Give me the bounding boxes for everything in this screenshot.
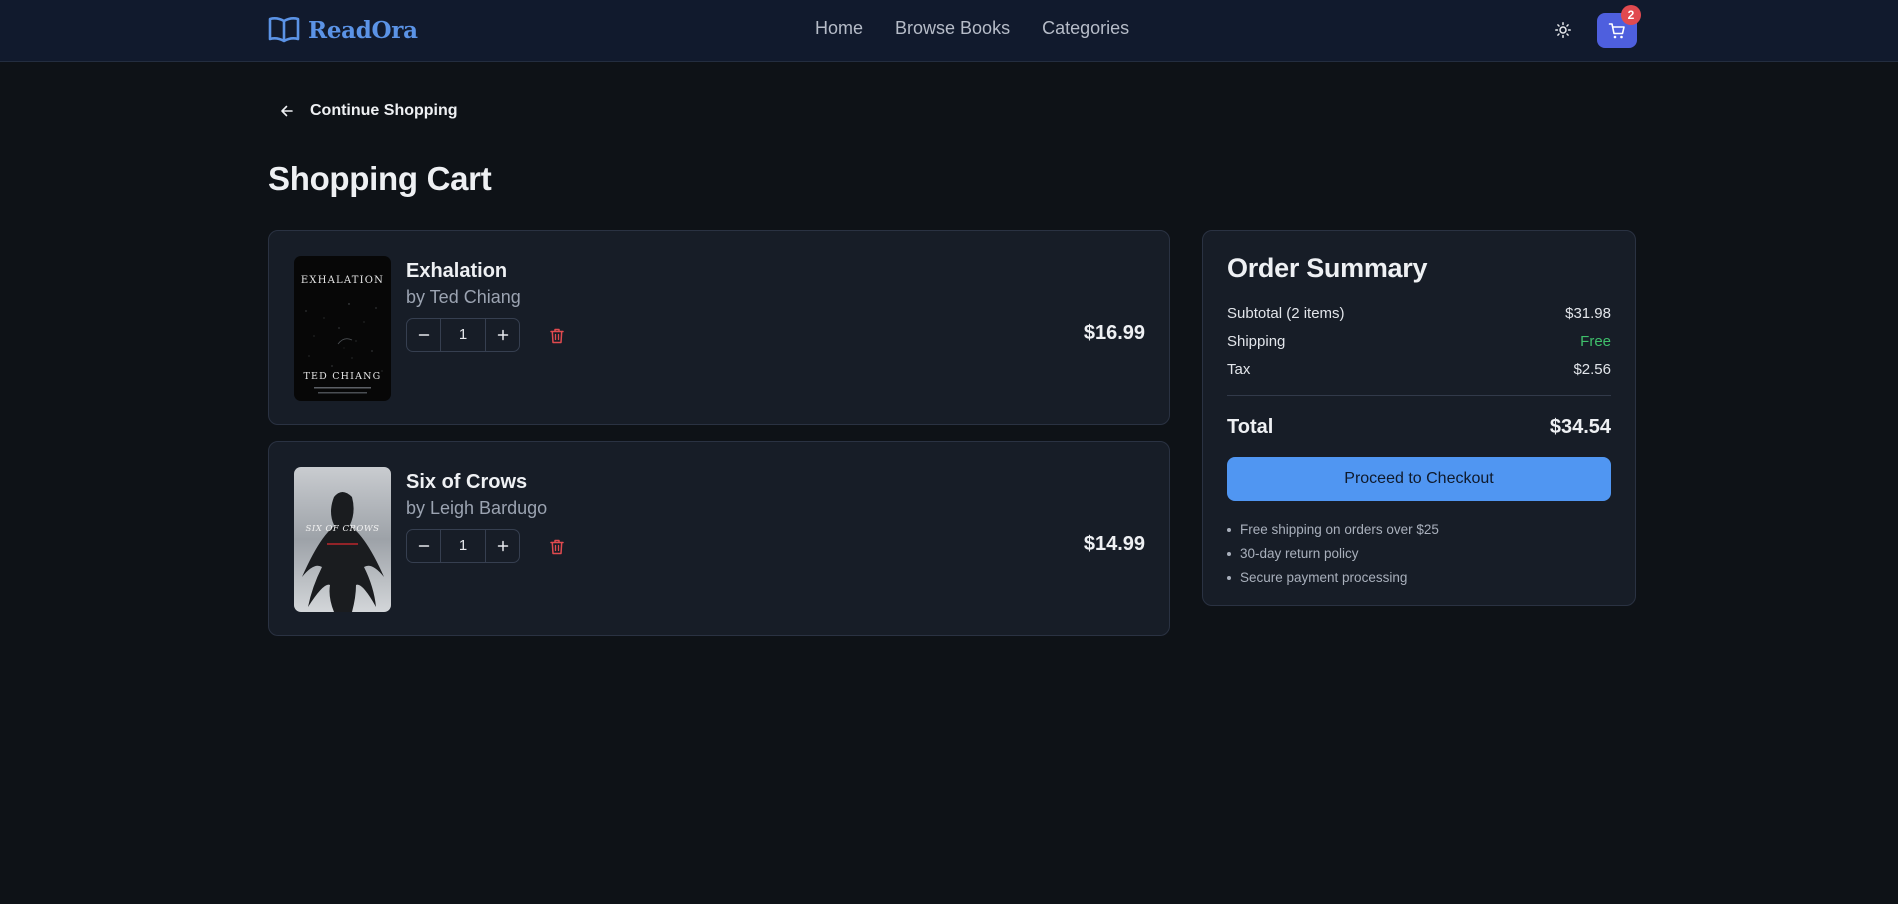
note-text: Free shipping on orders over $25 xyxy=(1240,522,1439,537)
book-cover-exhalation[interactable]: EXHALATION TED CHIANG xyxy=(294,256,391,401)
continue-shopping-link[interactable]: Continue Shopping xyxy=(280,102,458,120)
quantity-value[interactable]: 1 xyxy=(440,530,486,562)
tax-label: Tax xyxy=(1227,361,1251,378)
quantity-stepper: 1 xyxy=(406,318,520,352)
cart-item: SIX OF CROWS Six of Crows by Leigh Bardu… xyxy=(268,441,1170,636)
plus-icon xyxy=(497,540,508,552)
proceed-to-checkout-button[interactable]: Proceed to Checkout xyxy=(1227,457,1611,501)
note-text: 30-day return policy xyxy=(1240,546,1359,561)
note-text: Secure payment processing xyxy=(1240,570,1408,585)
trash-icon xyxy=(550,328,564,344)
item-title[interactable]: Exhalation xyxy=(406,260,507,283)
decrease-quantity-button[interactable] xyxy=(407,319,440,351)
nav-link-categories[interactable]: Categories xyxy=(1042,18,1129,39)
minus-icon xyxy=(418,545,429,547)
brand-name: ReadOra xyxy=(308,16,418,44)
list-item: Secure payment processing xyxy=(1227,566,1439,590)
subtotal-label: Subtotal (2 items) xyxy=(1227,305,1345,322)
increase-quantity-button[interactable] xyxy=(486,530,519,562)
continue-shopping-label: Continue Shopping xyxy=(310,102,458,119)
cart-icon xyxy=(1608,22,1625,38)
cart-count-badge: 2 xyxy=(1621,5,1641,25)
quantity-stepper: 1 xyxy=(406,529,520,563)
subtotal-row: Subtotal (2 items) $31.98 xyxy=(1227,305,1611,322)
item-price: $14.99 xyxy=(1083,533,1145,555)
shipping-row: Shipping Free xyxy=(1227,333,1611,350)
order-summary-title: Order Summary xyxy=(1227,253,1428,283)
book-open-icon xyxy=(268,17,300,43)
order-summary-panel: Order Summary Subtotal (2 items) $31.98 … xyxy=(1202,230,1636,606)
tax-row: Tax $2.56 xyxy=(1227,361,1611,378)
remove-item-button[interactable] xyxy=(548,327,566,345)
list-item: Free shipping on orders over $25 xyxy=(1227,518,1439,542)
item-title[interactable]: Six of Crows xyxy=(406,471,527,494)
tax-value: $2.56 xyxy=(1573,361,1611,378)
nav-links: Home Browse Books Categories xyxy=(815,18,1129,39)
bullet-icon xyxy=(1227,528,1231,532)
navbar: ReadOra Home Browse Books Categories 2 xyxy=(0,0,1898,62)
cover-author-text: TED CHIANG xyxy=(304,371,382,382)
item-price: $16.99 xyxy=(1083,322,1145,344)
arrow-left-icon xyxy=(281,105,293,117)
subtotal-value: $31.98 xyxy=(1565,305,1611,322)
quantity-value[interactable]: 1 xyxy=(440,319,486,351)
bullet-icon xyxy=(1227,576,1231,580)
shipping-value: Free xyxy=(1580,333,1611,350)
total-label: Total xyxy=(1227,416,1274,438)
item-author: by Leigh Bardugo xyxy=(406,498,548,518)
bullet-icon xyxy=(1227,552,1231,556)
cover-title-text: SIX OF CROWS xyxy=(306,524,380,534)
nav-link-home[interactable]: Home xyxy=(815,18,863,39)
book-cover-six-of-crows[interactable]: SIX OF CROWS xyxy=(294,467,391,612)
remove-item-button[interactable] xyxy=(548,538,566,556)
minus-icon xyxy=(418,334,429,336)
brand-logo[interactable]: ReadOra xyxy=(268,14,418,46)
checkout-notes: Free shipping on orders over $25 30-day … xyxy=(1227,518,1439,590)
trash-icon xyxy=(550,539,564,555)
cart-items-list: EXHALATION TED CHIANG Exhalation by Ted … xyxy=(268,230,1170,652)
item-author: by Ted Chiang xyxy=(406,287,521,307)
shipping-label: Shipping xyxy=(1227,333,1286,350)
increase-quantity-button[interactable] xyxy=(486,319,519,351)
theme-toggle-button[interactable] xyxy=(1552,19,1574,41)
nav-link-browse-books[interactable]: Browse Books xyxy=(895,18,1010,39)
page-title: Shopping Cart xyxy=(268,160,492,197)
decrease-quantity-button[interactable] xyxy=(407,530,440,562)
total-value: $34.54 xyxy=(1549,416,1611,438)
cover-title-text: EXHALATION xyxy=(301,275,384,286)
summary-divider xyxy=(1227,395,1611,396)
sun-icon xyxy=(1555,22,1571,38)
list-item: 30-day return policy xyxy=(1227,542,1439,566)
total-row: Total $34.54 xyxy=(1227,416,1611,439)
plus-icon xyxy=(497,329,508,341)
cart-item: EXHALATION TED CHIANG Exhalation by Ted … xyxy=(268,230,1170,425)
